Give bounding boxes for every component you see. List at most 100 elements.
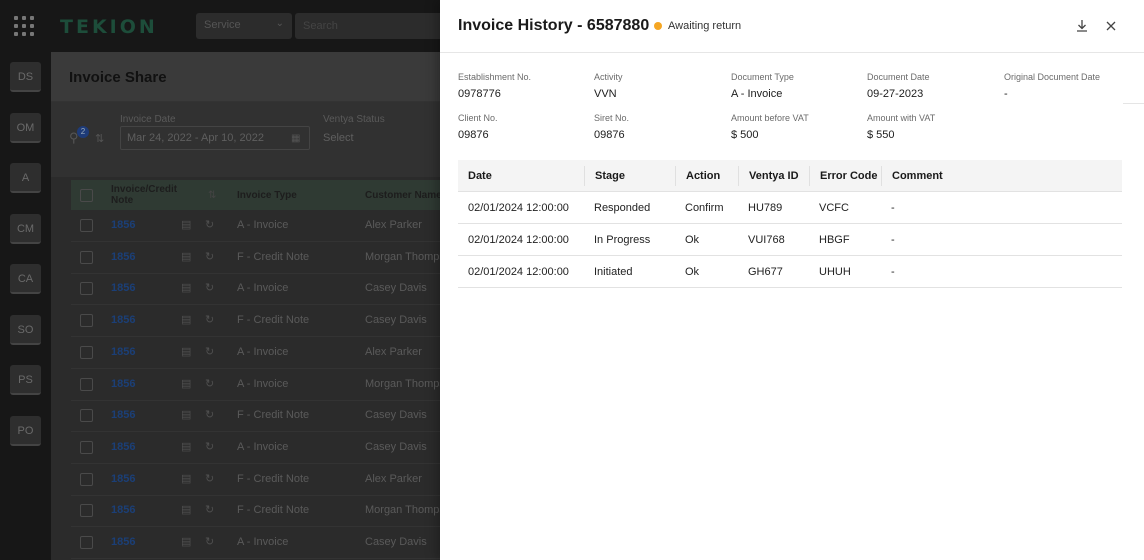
document-icon[interactable]: ▤ [181, 345, 191, 358]
row-checkbox[interactable] [80, 504, 93, 518]
history-icon[interactable]: ↻ [205, 250, 214, 263]
document-icon[interactable]: ▤ [181, 440, 191, 453]
download-icon[interactable] [1074, 18, 1090, 34]
history-action-cell: Ok [685, 266, 700, 278]
divider [1123, 103, 1144, 104]
row-checkbox[interactable] [80, 314, 93, 328]
table-row[interactable]: 1856 ▤ ↻ F - Credit Note Morgan Thompson [71, 242, 451, 274]
rail-item-so[interactable]: SO [10, 315, 41, 345]
invoice-number-link[interactable]: 1856 [111, 219, 135, 231]
table-row[interactable]: 1856 ▤ ↻ A - Invoice Alex Parker [71, 210, 451, 242]
history-icon[interactable]: ↻ [205, 313, 214, 326]
row-checkbox[interactable] [80, 536, 93, 549]
invoice-number-link[interactable]: 1856 [111, 378, 135, 390]
table-row[interactable]: 1856 ▤ ↻ A - Invoice Casey Davis [71, 432, 451, 464]
customer-name: Alex Parker [365, 219, 422, 231]
row-checkbox[interactable] [80, 282, 93, 296]
document-type-label: Document Type [731, 72, 794, 82]
table-row[interactable]: 1856 ▤ ↻ F - Credit Note Morgan Thompson [71, 495, 451, 528]
document-icon[interactable]: ▤ [181, 281, 191, 294]
filter-count-badge: 2 [77, 126, 89, 138]
history-icon[interactable]: ↻ [205, 535, 214, 548]
invoice-number-link[interactable]: 1856 [111, 536, 135, 548]
siret-no-value: 09876 [594, 129, 625, 141]
invoice-history-table: Date Stage Action Ventya ID Error Code C… [458, 160, 1122, 288]
filter-bar: ⚲ 2 ⇅ Invoice Date Mar 24, 2022 - Apr 10… [51, 102, 451, 177]
row-checkbox[interactable] [80, 472, 93, 486]
invoice-number-link[interactable]: 1856 [111, 282, 135, 294]
document-icon[interactable]: ▤ [181, 472, 191, 485]
history-icon[interactable]: ↻ [205, 472, 214, 485]
rail-item-ps[interactable]: PS [10, 365, 41, 395]
column-header-invoice-type[interactable]: Invoice Type [237, 190, 297, 201]
history-row: 02/01/2024 12:00:00 Initiated Ok GH677 UHUH - [458, 256, 1122, 288]
module-select[interactable]: Service ⌄ [196, 13, 292, 39]
drawer-header: Invoice History - 6587880 Awaiting retur… [440, 0, 1144, 53]
history-icon[interactable]: ↻ [205, 281, 214, 294]
history-icon[interactable]: ↻ [205, 503, 214, 516]
rail-item-a[interactable]: A [10, 163, 41, 193]
rail-item-ds[interactable]: DS [10, 62, 41, 92]
customer-name: Casey Davis [365, 536, 427, 548]
invoice-share-page: Invoice Share ⚲ 2 ⇅ Invoice Date Mar 24,… [51, 52, 451, 560]
row-checkbox[interactable] [80, 219, 93, 232]
table-row[interactable]: 1856 ▤ ↻ F - Credit Note Casey Davis [71, 305, 451, 338]
document-icon[interactable]: ▤ [181, 250, 191, 263]
column-header-date: Date [468, 170, 492, 182]
invoice-number-link[interactable]: 1856 [111, 441, 135, 453]
table-row[interactable]: 1856 ▤ ↻ F - Credit Note Casey Davis [71, 400, 451, 433]
invoice-number-link[interactable]: 1856 [111, 504, 135, 516]
history-icon[interactable]: ↻ [205, 440, 214, 453]
table-row[interactable]: 1856 ▤ ↻ A - Invoice Alex Parker [71, 337, 451, 369]
invoice-number-link[interactable]: 1856 [111, 346, 135, 358]
invoice-number-link[interactable]: 1856 [111, 473, 135, 485]
history-comment-cell: - [891, 266, 895, 278]
rail-item-ca[interactable]: CA [10, 264, 41, 294]
establishment-no-value: 0978776 [458, 88, 501, 100]
document-icon[interactable]: ▤ [181, 313, 191, 326]
history-icon[interactable]: ↻ [205, 377, 214, 390]
document-icon[interactable]: ▤ [181, 377, 191, 390]
calendar-icon[interactable]: ▦ [291, 133, 300, 144]
status-badge: Awaiting return [654, 20, 741, 32]
history-icon[interactable]: ↻ [205, 408, 214, 421]
sort-icon[interactable]: ⇅ [95, 132, 104, 145]
invoice-number-link[interactable]: 1856 [111, 409, 135, 421]
sort-arrows-icon[interactable]: ⇅ [208, 190, 216, 201]
history-comment-cell: - [891, 234, 895, 246]
rail-item-om[interactable]: OM [10, 113, 41, 143]
document-icon[interactable]: ▤ [181, 503, 191, 516]
history-icon[interactable]: ↻ [205, 218, 214, 231]
document-icon[interactable]: ▤ [181, 535, 191, 548]
rail-item-po[interactable]: PO [10, 416, 41, 446]
invoice-history-drawer: Invoice History - 6587880 Awaiting retur… [440, 0, 1144, 560]
column-header-customer-name[interactable]: Customer Name [365, 190, 451, 201]
table-row[interactable]: 1856 ▤ ↻ F - Credit Note Alex Parker [71, 464, 451, 496]
history-date-cell: 02/01/2024 12:00:00 [468, 234, 569, 246]
row-checkbox[interactable] [80, 409, 93, 423]
table-row[interactable]: 1856 ▤ ↻ A - Invoice Casey Davis [71, 273, 451, 306]
row-checkbox[interactable] [80, 377, 93, 391]
history-row: 02/01/2024 12:00:00 In Progress Ok VUI768 HB… [458, 224, 1122, 256]
history-icon[interactable]: ↻ [205, 345, 214, 358]
row-checkbox[interactable] [80, 345, 93, 359]
chevron-down-icon: ⌄ [275, 18, 284, 29]
invoice-number-link[interactable]: 1856 [111, 314, 135, 326]
close-icon[interactable] [1103, 18, 1119, 34]
document-icon[interactable]: ▤ [181, 408, 191, 421]
invoice-number-link[interactable]: 1856 [111, 251, 135, 263]
history-stage-cell: Responded [594, 202, 651, 214]
select-all-checkbox[interactable] [80, 189, 93, 202]
table-row[interactable]: 1856 ▤ ↻ A - Invoice Casey Davis [71, 527, 451, 559]
document-icon[interactable]: ▤ [181, 218, 191, 231]
ventya-status-select[interactable]: Select [323, 132, 354, 144]
global-search-input[interactable]: Search [295, 13, 445, 39]
row-checkbox[interactable] [80, 440, 93, 454]
column-header-invoice-credit-note[interactable]: Invoice/Credit Note [111, 184, 191, 206]
app-grid-icon[interactable] [8, 10, 40, 42]
activity-value: VVN [594, 88, 617, 100]
table-row[interactable]: 1856 ▤ ↻ A - Invoice Morgan Thompson [71, 369, 451, 401]
row-checkbox[interactable] [80, 250, 93, 264]
rail-item-cm[interactable]: CM [10, 214, 41, 244]
customer-name: Casey Davis [365, 282, 427, 295]
